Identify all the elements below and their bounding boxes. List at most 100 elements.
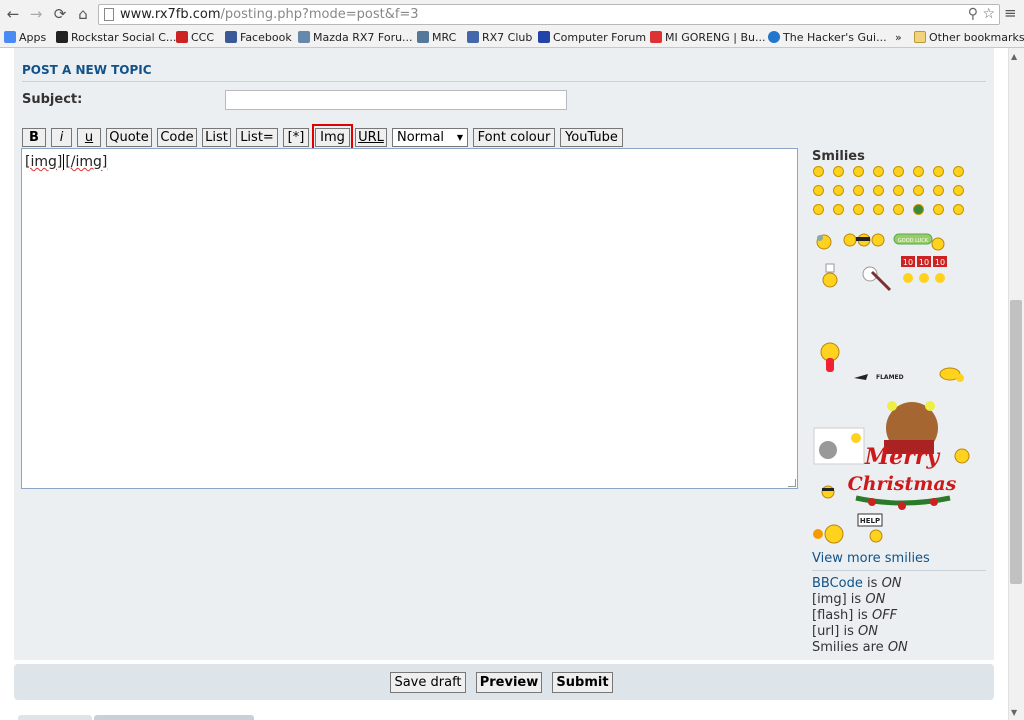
reload-icon[interactable]: ⟳ <box>50 4 70 24</box>
scroll-down-icon[interactable]: ▼ <box>1011 708 1017 717</box>
smiley-icon[interactable] <box>833 166 844 177</box>
code-button[interactable]: Code <box>157 128 197 147</box>
quote-button[interactable]: Quote <box>106 128 152 147</box>
smiley-icon[interactable] <box>833 185 844 196</box>
apps-icon <box>4 31 16 43</box>
score-card-3: 10 <box>935 258 945 267</box>
globe-icon <box>768 31 780 43</box>
img-button-highlight <box>312 124 353 151</box>
smiley-score-cards[interactable]: 10 10 10 <box>901 256 947 283</box>
bookmark-rx7club[interactable]: RX7 Club <box>467 30 532 46</box>
smilies-title: Smilies <box>812 149 865 164</box>
good-luck-label: GOOD LUCK <box>898 238 929 244</box>
bookmark-ccc[interactable]: CCC <box>176 30 214 46</box>
bold-button[interactable]: B <box>22 128 46 147</box>
smiley-icon[interactable] <box>813 185 824 196</box>
bookmarks-more[interactable]: » <box>895 30 902 46</box>
italic-button[interactable]: i <box>51 128 72 147</box>
smiley-icon[interactable] <box>853 204 864 215</box>
smiley-icon[interactable] <box>913 204 924 215</box>
smiley-icon[interactable] <box>953 204 964 215</box>
youtube-button[interactable]: YouTube <box>560 128 623 147</box>
smiley-icon[interactable] <box>873 166 884 177</box>
preview-button[interactable]: Preview <box>476 672 542 693</box>
smiley-icon[interactable] <box>893 185 904 196</box>
bookmark-mrc[interactable]: MRC <box>417 30 456 46</box>
message-textarea[interactable]: [img] [/img] <box>21 148 798 489</box>
smiley-icon[interactable] <box>913 185 924 196</box>
search-star-icons[interactable]: ⚲ ☆ <box>968 6 995 22</box>
smiley-violin[interactable] <box>862 266 892 292</box>
underline-button[interactable]: u <box>77 128 101 147</box>
forward-icon[interactable]: → <box>26 4 46 24</box>
tab-options[interactable] <box>18 715 92 720</box>
smiley-chef[interactable] <box>822 263 838 288</box>
smiley-icon[interactable] <box>933 204 944 215</box>
smiley-good-luck[interactable]: GOOD LUCK <box>893 233 945 251</box>
page-content: POST A NEW TOPIC Subject: B i u Quote Co… <box>0 48 1024 720</box>
rx7club-icon <box>467 31 479 43</box>
scroll-up-icon[interactable]: ▲ <box>1011 52 1017 61</box>
scrollbar-thumb[interactable] <box>1010 300 1022 584</box>
smiley-icon[interactable] <box>893 204 904 215</box>
smiley-icon[interactable] <box>813 166 824 177</box>
tab-attachments[interactable] <box>94 715 254 720</box>
smiley-icon[interactable] <box>953 185 964 196</box>
font-size-select[interactable]: Normal ▼ <box>392 128 468 147</box>
score-card-1: 10 <box>903 258 913 267</box>
smiley-tongue[interactable] <box>820 342 840 372</box>
bookmark-other[interactable]: Other bookmarks <box>914 30 1024 46</box>
smiley-icon[interactable] <box>913 166 924 177</box>
smiley-cool[interactable] <box>843 233 885 247</box>
list-item-button[interactable]: [*] <box>283 128 309 147</box>
bookmark-facebook[interactable]: Facebook <box>225 30 292 46</box>
subject-input[interactable] <box>225 90 567 110</box>
page-title: POST A NEW TOPIC <box>22 63 152 77</box>
rockstar-icon <box>56 31 68 43</box>
list-button[interactable]: List <box>202 128 231 147</box>
smiley-wave[interactable] <box>816 234 832 250</box>
mazda-icon <box>298 31 310 43</box>
smiley-icon[interactable] <box>853 185 864 196</box>
address-bar[interactable]: www.rx7fb.com/posting.php?mode=post&f=3 … <box>98 4 1000 25</box>
score-card-2: 10 <box>919 258 929 267</box>
bbcode-status: BBCode is ON <box>812 576 902 591</box>
bookmark-rockstar[interactable]: Rockstar Social C... <box>56 30 176 46</box>
navigation-row: ← → ⟳ ⌂ www.rx7fb.com/posting.php?mode=p… <box>0 0 1024 28</box>
help-smilies: HELP <box>813 513 883 544</box>
font-colour-button[interactable]: Font colour <box>473 128 555 147</box>
smiley-laugh[interactable] <box>939 367 964 382</box>
smiley-icon[interactable] <box>893 166 904 177</box>
ordered-list-button[interactable]: List= <box>236 128 278 147</box>
submit-button[interactable]: Submit <box>552 672 613 693</box>
smiley-icon[interactable] <box>933 166 944 177</box>
smiley-icon[interactable] <box>953 166 964 177</box>
divider <box>812 570 986 571</box>
view-more-smilies-link[interactable]: View more smilies <box>812 551 930 566</box>
smiley-icon[interactable] <box>933 185 944 196</box>
menu-icon[interactable]: ≡ <box>1004 4 1017 22</box>
smiley-icon[interactable] <box>873 204 884 215</box>
bookmark-mazda[interactable]: Mazda RX7 Foru... <box>298 30 413 46</box>
smiley-icon[interactable] <box>813 204 824 215</box>
smiley-icon[interactable] <box>853 166 864 177</box>
smiley-icon[interactable] <box>873 185 884 196</box>
bookmark-apps[interactable]: Apps <box>4 30 46 46</box>
url-button[interactable]: URL <box>355 128 387 147</box>
back-icon[interactable]: ← <box>3 4 23 24</box>
smiley-icon[interactable] <box>833 204 844 215</box>
save-draft-button[interactable]: Save draft <box>390 672 466 693</box>
resize-handle[interactable] <box>788 479 796 487</box>
smiley-flamed[interactable]: FLAMED <box>854 374 904 381</box>
browser-chrome: ← → ⟳ ⌂ www.rx7fb.com/posting.php?mode=p… <box>0 0 1024 48</box>
smiley-lollipop[interactable] <box>813 524 844 544</box>
home-icon[interactable]: ⌂ <box>73 4 93 24</box>
img-status: [img] is ON <box>812 592 886 607</box>
bbcode-link[interactable]: BBCode <box>812 576 863 591</box>
smiley-help-sign[interactable]: HELP <box>857 513 883 543</box>
url-status: [url] is ON <box>812 624 878 639</box>
bookmark-hackers-guide[interactable]: The Hacker's Gui... <box>768 30 887 46</box>
ccc-icon <box>176 31 188 43</box>
bookmark-computer-forum[interactable]: Computer Forum <box>538 30 646 46</box>
bookmark-mi-goreng[interactable]: MI GORENG | Bu... <box>650 30 765 46</box>
